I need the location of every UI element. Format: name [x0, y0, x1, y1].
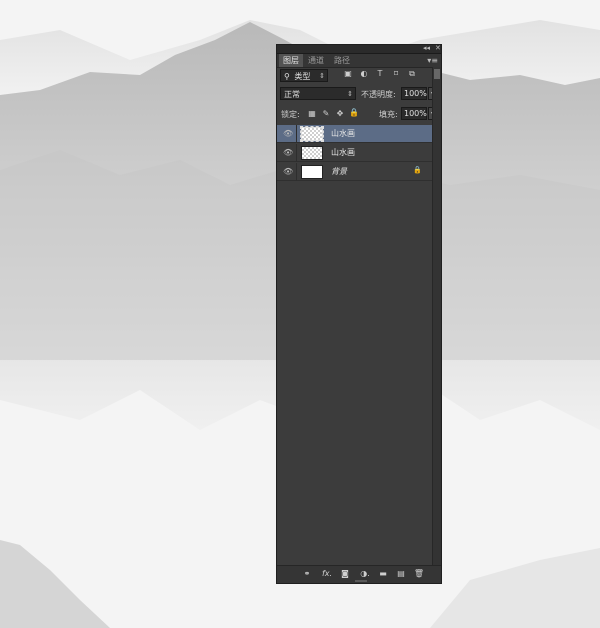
lock-image-pixels-icon[interactable]: ✎ — [321, 109, 331, 118]
lock-all-icon[interactable]: 🔒 — [349, 108, 359, 117]
new-group-icon[interactable]: ▬ — [377, 569, 389, 578]
panel-titlebar[interactable]: ◂◂ ✕ — [277, 44, 441, 54]
type-layer-filter-icon[interactable]: T — [375, 69, 385, 78]
blend-mode-dropdown[interactable]: 正常 ⇕ — [280, 87, 356, 100]
smart-object-filter-icon[interactable]: ⧉ — [407, 69, 417, 79]
blend-mode-value: 正常 — [284, 90, 300, 99]
panel-menu-icon[interactable]: ▾≡ — [427, 56, 438, 65]
chevron-updown-icon: ⇕ — [319, 72, 325, 80]
layer-row-shanshui-2[interactable]: 👁 山水画 — [277, 144, 432, 162]
tab-layers[interactable]: 图层 — [279, 54, 303, 67]
divider — [296, 144, 297, 162]
delete-layer-icon[interactable]: 🗑 — [413, 569, 425, 578]
collapse-panel-icon[interactable]: ◂◂ — [423, 44, 430, 52]
divider — [296, 163, 297, 181]
blend-row: 正常 ⇕ 不透明度: 100% ▾ — [277, 87, 441, 101]
divider — [296, 125, 297, 143]
layer-kind-value: 类型 — [294, 72, 311, 81]
fill-label: 填充: — [379, 110, 398, 119]
visibility-eye-icon[interactable]: 👁 — [283, 129, 293, 138]
panel-resize-grip[interactable] — [355, 580, 367, 582]
visibility-eye-icon[interactable]: 👁 — [283, 148, 293, 157]
adjustment-layer-filter-icon[interactable]: ◐ — [359, 69, 369, 78]
lock-label: 锁定: — [281, 110, 300, 119]
chevron-updown-icon: ⇕ — [347, 90, 353, 98]
new-layer-icon[interactable]: ▤ — [395, 569, 407, 578]
search-icon: ⚲ — [284, 72, 290, 81]
layer-name[interactable]: 山水画 — [331, 128, 355, 139]
shape-layer-filter-icon[interactable]: ⌑ — [391, 69, 401, 78]
add-mask-icon[interactable]: ◙ — [339, 569, 351, 578]
layer-row-background[interactable]: 👁 背景 🔒 — [277, 163, 432, 181]
layer-lock-icon: 🔒 — [413, 166, 422, 174]
layer-style-fx-icon[interactable]: fx. — [321, 569, 333, 578]
opacity-field[interactable]: 100% — [401, 87, 427, 100]
tab-channels[interactable]: 通道 — [304, 54, 328, 67]
tab-paths[interactable]: 路径 — [330, 54, 354, 67]
new-adjustment-layer-icon[interactable]: ◑. — [359, 569, 371, 578]
lock-position-icon[interactable]: ✥ — [335, 109, 345, 118]
layer-thumbnail — [301, 146, 323, 160]
panel-scrollbar[interactable] — [432, 67, 441, 565]
layers-panel: ◂◂ ✕ 图层 通道 路径 ▾≡ ⚲ 类型 ⇕ ▣ ◐ T ⌑ ⧉ 正常 ⇕ 不… — [276, 44, 442, 584]
panel-tabs: 图层 通道 路径 ▾≡ — [277, 54, 441, 68]
layer-name[interactable]: 山水画 — [331, 147, 355, 158]
layer-kind-filter-dropdown[interactable]: ⚲ 类型 ⇕ — [280, 69, 328, 82]
lock-transparent-pixels-icon[interactable]: ▦ — [307, 109, 317, 118]
close-panel-icon[interactable]: ✕ — [435, 44, 441, 52]
layer-filter-row: ⚲ 类型 ⇕ ▣ ◐ T ⌑ ⧉ — [277, 69, 441, 83]
fill-field[interactable]: 100% — [401, 107, 427, 120]
layer-thumbnail — [300, 126, 324, 142]
lock-row: 锁定: ▦ ✎ ✥ 🔒 填充: 100% ▾ — [277, 107, 441, 121]
layer-row-shanshui-1[interactable]: 👁 山水画 — [277, 125, 432, 143]
visibility-eye-icon[interactable]: 👁 — [283, 167, 293, 176]
layers-bottom-toolbar: ⚭ fx. ◙ ◑. ▬ ▤ 🗑 — [277, 565, 441, 583]
link-layers-icon[interactable]: ⚭ — [301, 569, 313, 578]
layer-name[interactable]: 背景 — [331, 166, 347, 177]
scrollbar-thumb[interactable] — [434, 69, 440, 79]
pixel-layer-filter-icon[interactable]: ▣ — [343, 69, 353, 78]
opacity-label: 不透明度: — [361, 90, 396, 99]
layer-thumbnail — [301, 165, 323, 179]
